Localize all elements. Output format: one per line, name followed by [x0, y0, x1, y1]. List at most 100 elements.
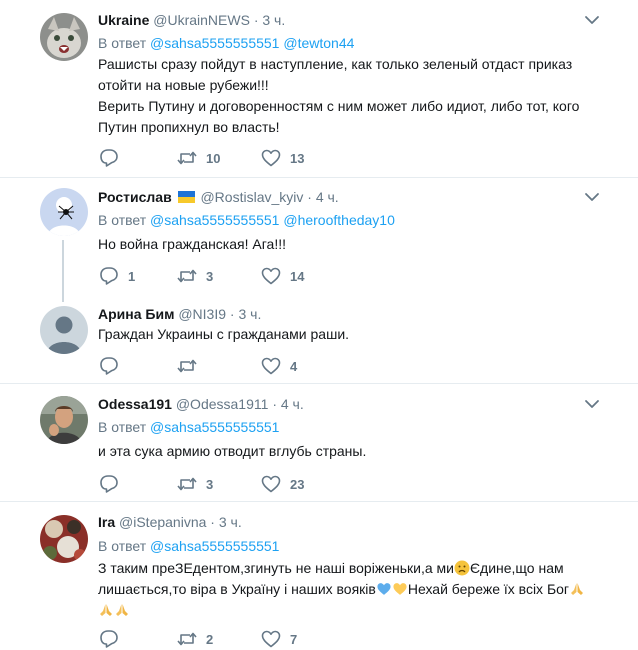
reply-context: В ответ @sahsa5555555551 [98, 537, 279, 555]
separator-dot: · [253, 12, 259, 28]
separator-dot: · [210, 514, 215, 530]
reply-button[interactable] [98, 148, 120, 168]
retweet-button[interactable]: 3 [176, 266, 213, 286]
avatar[interactable] [40, 396, 88, 444]
retweet-count: 10 [206, 150, 221, 166]
mention-link[interactable]: @sahsa5555555551 [150, 212, 279, 228]
like-count: 4 [290, 358, 298, 374]
user-name[interactable]: Арина Бим [98, 306, 174, 322]
tweet-actions: 2 7 [98, 629, 398, 649]
reply-button[interactable] [98, 474, 120, 494]
heart-icon [261, 475, 281, 493]
user-handle[interactable]: @iStepanivna [119, 514, 206, 530]
reply-button[interactable] [98, 356, 120, 376]
retweet-count: 2 [206, 631, 214, 647]
avatar[interactable] [40, 188, 88, 236]
timestamp[interactable]: 4 ч. [316, 189, 339, 205]
reply-prefix: В ответ [98, 212, 147, 228]
tweet-text-line: З таким преЗЕдентом,згинуть не наші ворі… [98, 558, 608, 579]
folded-hands-icon [569, 581, 585, 597]
tweet-header: Ростислав @Rostislav_kyiv · 4 ч. [98, 188, 339, 206]
like-button[interactable]: 7 [260, 629, 297, 649]
tweet-text-line: Верить Путину и договоренностям с ним мо… [98, 98, 580, 114]
tweet-text-line: Путин пропихнул во власть! [98, 119, 280, 135]
tweet-odessa[interactable]: Odessa191 @Odessa1911 · 4 ч. В ответ @sa… [0, 385, 638, 502]
like-button[interactable]: 14 [260, 266, 304, 286]
tweet-header: Ukraine @UkrainNEWS · 3 ч. [98, 11, 285, 29]
reply-icon [100, 149, 118, 167]
like-button[interactable]: 13 [260, 148, 304, 168]
reply-context: В ответ @sahsa5555555551 [98, 418, 279, 436]
retweet-button[interactable] [176, 356, 198, 376]
like-count: 14 [290, 268, 305, 284]
like-count: 7 [290, 631, 298, 647]
like-count: 23 [290, 476, 305, 492]
tweet-text-line: отойти на новые рубежи!!! [98, 77, 269, 93]
timestamp[interactable]: 3 ч. [238, 306, 261, 322]
avatar[interactable] [40, 306, 88, 354]
tweet-actions: 1 3 14 [98, 266, 398, 286]
tweet-text: Но война гражданская! Ага!!! [98, 234, 598, 255]
mention-link[interactable]: @tewton44 [283, 35, 354, 51]
user-name[interactable]: Ira [98, 514, 115, 530]
mention-link[interactable]: @herooftheday10 [283, 212, 395, 228]
user-name[interactable]: Ростислав [98, 189, 172, 205]
user-handle[interactable]: @Rostislav_kyiv [200, 189, 303, 205]
folded-hands-icon [98, 602, 114, 618]
like-button[interactable]: 23 [260, 474, 304, 494]
tweet-text: Рашисты сразу пойдут в наступление, как … [98, 54, 598, 138]
tweet-ukraine[interactable]: Ukraine @UkrainNEWS · 3 ч. В ответ @sahs… [0, 0, 638, 178]
tweet-actions: 4 [98, 356, 398, 376]
mention-link[interactable]: @sahsa5555555551 [150, 35, 279, 51]
reply-prefix: В ответ [98, 35, 147, 51]
reply-icon [100, 630, 118, 648]
chevron-down-icon[interactable] [582, 10, 602, 30]
user-name[interactable]: Ukraine [98, 12, 149, 28]
user-handle[interactable]: @NI3I9 [178, 306, 226, 322]
reply-count: 1 [128, 268, 136, 284]
avatar[interactable] [40, 13, 88, 61]
timestamp[interactable]: 3 ч. [219, 514, 242, 530]
tweet-text: Граждан Украины с гражданами раши. [98, 324, 598, 345]
retweet-icon [177, 477, 197, 491]
tweet-text-segment: лишається,то віра в Україну і наших вояк… [98, 581, 376, 597]
retweet-icon [177, 359, 197, 373]
reply-context: В ответ @sahsa5555555551 @tewton44 [98, 34, 354, 52]
tweet-actions: 3 23 [98, 474, 398, 494]
retweet-icon [177, 151, 197, 165]
reply-icon [100, 267, 118, 285]
retweet-button[interactable]: 2 [176, 629, 213, 649]
reply-context: В ответ @sahsa5555555551 @herooftheday10 [98, 211, 395, 229]
ukraine-flag-icon [177, 189, 195, 203]
retweet-button[interactable]: 3 [176, 474, 213, 494]
tweet-text: и эта сука армию отводит вглубь страны. [98, 441, 598, 462]
separator-dot: · [272, 396, 277, 412]
tweet-rostislav[interactable]: Ростислав @Rostislav_kyiv · 4 ч. В ответ… [0, 179, 638, 294]
retweet-button[interactable]: 10 [176, 148, 220, 168]
tweet-text: З таким преЗЕдентом,згинуть не наші ворі… [98, 558, 608, 621]
like-button[interactable]: 4 [260, 356, 297, 376]
tweet-ira[interactable]: Ira @iStepanivna · 3 ч. В ответ @sahsa55… [0, 503, 638, 648]
tweet-text-segment: З таким преЗЕдентом,згинуть не наші ворі… [98, 560, 454, 576]
chevron-down-icon[interactable] [582, 187, 602, 207]
separator-dot: · [307, 189, 312, 205]
user-handle[interactable]: @Odessa1911 [176, 396, 269, 412]
timestamp[interactable]: 4 ч. [281, 396, 304, 412]
retweet-icon [177, 269, 197, 283]
heart-icon [261, 357, 281, 375]
tweet-arina[interactable]: Арина Бим @NI3I9 · 3 ч. Граждан Украины … [0, 294, 638, 384]
reply-icon [100, 357, 118, 375]
reply-button[interactable]: 1 [98, 266, 135, 286]
avatar[interactable] [40, 515, 88, 563]
blue-heart-icon [376, 581, 392, 597]
frowning-face-icon [454, 560, 470, 576]
mention-link[interactable]: @sahsa5555555551 [150, 538, 279, 554]
heart-icon [261, 630, 281, 648]
mention-link[interactable]: @sahsa5555555551 [150, 419, 279, 435]
user-name[interactable]: Odessa191 [98, 396, 172, 412]
user-handle[interactable]: @UkrainNEWS [153, 12, 250, 28]
timestamp[interactable]: 3 ч. [262, 12, 285, 28]
folded-hands-icon [114, 602, 130, 618]
chevron-down-icon[interactable] [582, 394, 602, 414]
reply-button[interactable] [98, 629, 120, 649]
